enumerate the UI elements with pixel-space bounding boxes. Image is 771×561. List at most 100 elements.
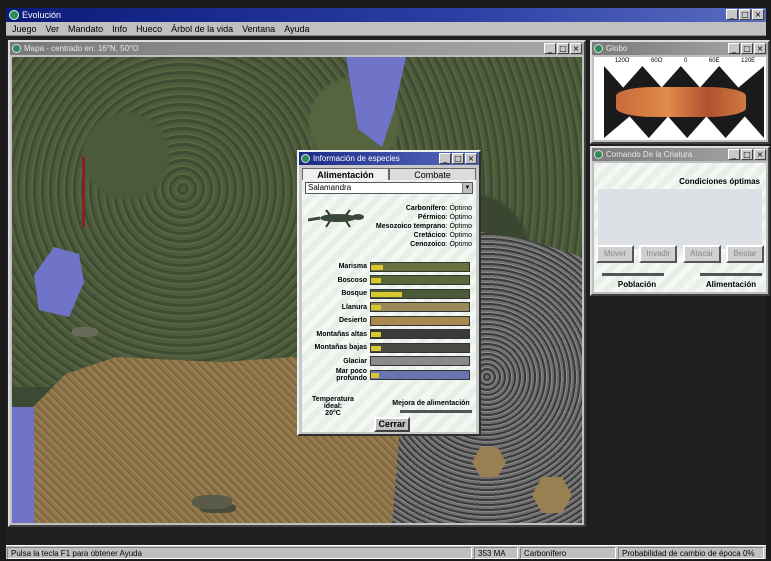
creature-sprite[interactable] xyxy=(192,495,232,509)
globe-maximize-button[interactable]: □ xyxy=(741,43,753,54)
menu-bar: Juego Ver Mandato Info Hueco Árbol de la… xyxy=(6,22,766,36)
globe-close-button[interactable]: × xyxy=(754,43,766,54)
map-minimize-button[interactable]: _ xyxy=(544,43,556,54)
species-dialog-titlebar[interactable]: Información de especies _ □ × xyxy=(299,152,479,165)
ideal-temperature-value: 20°C xyxy=(325,410,341,417)
invade-button[interactable]: Invadir xyxy=(639,245,678,263)
epoch-row: Cenozoico: Óptimo xyxy=(410,241,472,248)
command-minimize-button[interactable]: _ xyxy=(728,149,740,160)
menu-ventana[interactable]: Ventana xyxy=(242,22,275,35)
habitat-level-fill xyxy=(371,372,379,378)
bestar-button[interactable]: Bestar xyxy=(725,245,764,263)
feeding-improvement-bar xyxy=(400,410,472,413)
map-window-icon xyxy=(12,44,21,53)
species-select[interactable]: Salamandra ▼ xyxy=(305,182,473,194)
command-window-titlebar[interactable]: Comando De la Criatura _ □ × xyxy=(592,148,768,161)
creature-sprite[interactable] xyxy=(72,327,98,337)
map-window-titlebar[interactable]: Mapa - centrado en: 16°N, 50°O _ □ × xyxy=(10,42,584,55)
habitat-level-fill xyxy=(371,345,381,351)
population-label: Población xyxy=(617,280,657,289)
move-button[interactable]: Mover xyxy=(596,245,634,263)
status-help: Pulsa la tecla F1 para obtener Ayuda xyxy=(7,547,472,559)
app-titlebar: Evolución _ □ × xyxy=(6,8,766,22)
epoch-row: Cretácico: Óptimo xyxy=(413,232,472,239)
command-close-button[interactable]: × xyxy=(754,149,766,160)
species-info-dialog[interactable]: Información de especies _ □ × Alimentaci… xyxy=(297,150,481,436)
habitat-row: Bosque xyxy=(304,287,474,301)
tab-alimentacion[interactable]: Alimentación xyxy=(302,168,389,180)
habitat-label: Mar poco profundo xyxy=(335,367,367,382)
globe-tick: 0 xyxy=(683,58,688,64)
epoch-list: Carbonífero: Óptimo Pérmico: Óptimo Meso… xyxy=(376,204,472,249)
feeding-improvement-label: Mejora de alimentación xyxy=(392,400,470,407)
menu-arbol[interactable]: Árbol de la vida xyxy=(171,22,233,35)
menu-juego[interactable]: Juego xyxy=(12,22,37,35)
epoch-row: Carbonífero: Óptimo xyxy=(405,205,472,212)
habitat-row: Montañas altas xyxy=(304,328,474,342)
map-maximize-button[interactable]: □ xyxy=(557,43,569,54)
creature-command-window[interactable]: Comando De la Criatura _ □ × Condiciones… xyxy=(590,146,770,296)
globe-window-titlebar[interactable]: Globo _ □ × xyxy=(592,42,768,55)
habitat-bar xyxy=(370,315,470,326)
habitat-level-fill xyxy=(371,305,381,311)
habitat-label: Marisma xyxy=(338,263,367,271)
habitat-row: Boscoso xyxy=(304,274,474,288)
habitat-label: Montañas bajas xyxy=(314,344,367,352)
habitat-row: Marisma xyxy=(304,260,474,274)
menu-ayuda[interactable]: Ayuda xyxy=(284,22,309,35)
menu-info[interactable]: Info xyxy=(112,22,127,35)
species-minimize-button[interactable]: _ xyxy=(439,153,451,164)
globe-window-icon xyxy=(594,44,603,53)
menu-ver[interactable]: Ver xyxy=(46,22,60,35)
command-window-icon xyxy=(594,150,603,159)
species-dialog-icon xyxy=(301,154,310,163)
epoch-row: Mesozoico temprano: Óptimo xyxy=(375,223,472,230)
globe-tick: 120O xyxy=(614,58,630,64)
map-close-button[interactable]: × xyxy=(570,43,582,54)
chevron-down-icon[interactable]: ▼ xyxy=(462,183,472,193)
habitat-label: Bosque xyxy=(341,290,367,298)
species-dialog-title: Información de especies xyxy=(313,154,400,163)
species-tabs: Alimentación Combate xyxy=(302,168,476,180)
epoch-row: Pérmico: Óptimo xyxy=(417,214,472,221)
status-time: 353 MA xyxy=(474,547,518,559)
menu-hueco[interactable]: Hueco xyxy=(136,22,162,35)
species-maximize-button[interactable]: □ xyxy=(452,153,464,164)
globe-landmass xyxy=(616,87,746,117)
minimize-button[interactable]: _ xyxy=(726,9,738,20)
habitat-label: Boscoso xyxy=(337,276,367,284)
menu-mandato[interactable]: Mandato xyxy=(68,22,103,35)
close-dialog-button[interactable]: Cerrar xyxy=(374,417,410,432)
habitat-row: Montañas bajas xyxy=(304,341,474,355)
app-title: Evolución xyxy=(22,10,62,20)
command-bars xyxy=(602,273,762,276)
globe-window-title: Globo xyxy=(606,44,628,53)
ideal-temperature-label: Temperatura ideal: xyxy=(312,396,354,410)
globe-tick: 120E xyxy=(741,58,756,64)
attack-button[interactable]: Atacar xyxy=(682,245,721,263)
habitat-bar xyxy=(370,288,470,299)
globe-longitude-ticks: 120O 60O 0 60E 120E xyxy=(594,57,766,65)
globe-map[interactable]: 120O 60O 0 60E 120E xyxy=(594,57,766,140)
feeding-label: Alimentación xyxy=(705,280,757,289)
creature-preview-panel xyxy=(598,189,762,249)
feeding-bar xyxy=(700,273,762,276)
habitat-bar xyxy=(370,275,470,286)
status-bar: Pulsa la tecla F1 para obtener Ayuda 353… xyxy=(6,545,766,559)
species-dialog-body: Alimentación Combate Salamandra ▼ Carbon… xyxy=(302,168,476,432)
globe-minimize-button[interactable]: _ xyxy=(728,43,740,54)
habitat-bar xyxy=(370,329,470,340)
water-terrain-coast xyxy=(12,407,34,523)
species-close-button[interactable]: × xyxy=(465,153,477,164)
command-window-title: Comando De la Criatura xyxy=(606,150,693,159)
habitat-row: Glaciar xyxy=(304,355,474,369)
tab-combate[interactable]: Combate xyxy=(389,168,476,180)
close-button[interactable]: × xyxy=(752,9,764,20)
habitat-bar xyxy=(370,261,470,272)
habitat-list: Marisma Boscoso Bosque Llanura Desierto Monta… xyxy=(304,260,474,382)
command-buttons: Mover Invadir Atacar Bestar xyxy=(596,245,764,263)
globe-window[interactable]: Globo _ □ × 120O 60O 0 60E 120E xyxy=(590,40,770,144)
globe-tick: 60E xyxy=(708,58,720,64)
command-maximize-button[interactable]: □ xyxy=(741,149,753,160)
maximize-button[interactable]: □ xyxy=(739,9,751,20)
